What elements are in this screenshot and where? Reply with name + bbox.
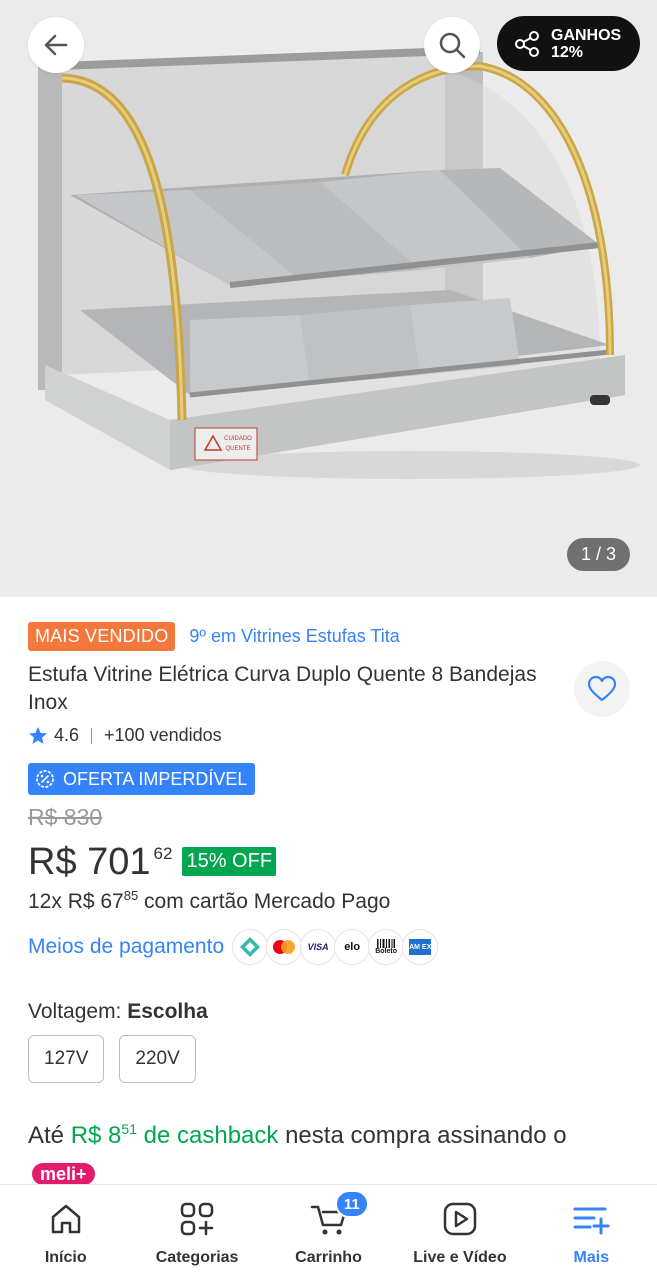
rating-divider xyxy=(91,727,93,744)
favorite-button[interactable] xyxy=(574,661,630,717)
nav-item-live-video[interactable]: Live e Vídeo xyxy=(394,1185,525,1280)
installment-suffix: com cartão Mercado Pago xyxy=(138,890,391,913)
best-seller-badge: MAIS VENDIDO xyxy=(28,622,176,651)
heart-icon xyxy=(587,675,617,702)
product-title: Estufa Vitrine Elétrica Curva Duplo Quen… xyxy=(28,663,537,714)
installment-prefix: 12x R$ 67 xyxy=(28,890,124,913)
star-icon xyxy=(29,726,47,744)
voltage-option-220v[interactable]: 220V xyxy=(119,1035,196,1083)
play-video-icon xyxy=(443,1202,477,1236)
visa-icon: VISA xyxy=(300,929,337,965)
nav-item-inicio[interactable]: Início xyxy=(0,1185,131,1280)
menu-plus-icon xyxy=(573,1207,610,1235)
boleto-label: Boleto xyxy=(375,948,398,955)
pix-icon xyxy=(232,929,269,965)
offer-badge: OFERTA IMPERDÍVEL xyxy=(28,763,256,795)
voltage-label: Voltagem: Escolha xyxy=(28,1000,208,1024)
sold-count: +100 vendidos xyxy=(104,725,222,745)
nav-label-live-video: Live e Vídeo xyxy=(413,1249,507,1266)
ranking-link[interactable]: 9º em Vitrines Estufas Tita xyxy=(189,626,399,647)
home-icon xyxy=(51,1204,80,1234)
cashback-info: Até R$ 851 de cashback nesta compra assi… xyxy=(28,1109,628,1196)
installment-info: 12x R$ 6785 com cartão Mercado Pago xyxy=(28,888,390,914)
installment-cents: 85 xyxy=(123,888,139,903)
discount-seal-icon xyxy=(36,770,54,788)
earnings-share-button[interactable]: GANHOS 12% xyxy=(497,16,640,71)
current-price-cents: 62 xyxy=(153,844,173,863)
original-price: R$ 830 xyxy=(28,804,103,830)
payment-methods-link[interactable]: Meios de pagamento xyxy=(28,935,224,959)
meli-plus-badge[interactable]: meli+ xyxy=(32,1163,95,1185)
elo-icon: elo xyxy=(334,929,371,965)
voltage-selection: Escolha xyxy=(127,1000,208,1023)
offer-badge-label: OFERTA IMPERDÍVEL xyxy=(63,768,248,789)
earnings-value: 12% xyxy=(551,43,584,61)
discount-badge: 15% OFF xyxy=(182,847,277,876)
amex-label: AM EX xyxy=(409,939,431,955)
categories-icon xyxy=(180,1202,214,1236)
nav-label-categorias: Categorias xyxy=(155,1249,239,1266)
cashback-middle: nesta compra assinando o xyxy=(278,1122,567,1149)
nav-item-carrinho[interactable]: 11 Carrinho xyxy=(263,1185,394,1280)
voltage-options: 127V 220V xyxy=(28,1035,211,1083)
current-price: R$ 701 xyxy=(28,841,151,883)
product-gallery[interactable]: CUIDADO QUENTE GANHOS 12% 1 / 3 xyxy=(0,0,657,597)
voltage-option-127v[interactable]: 127V xyxy=(28,1035,105,1083)
mastercard-icon xyxy=(266,929,303,965)
amex-icon: AM EX xyxy=(402,929,439,965)
voltage-label-text: Voltagem: xyxy=(28,1000,128,1023)
search-button[interactable] xyxy=(424,17,480,73)
payment-icons[interactable]: VISA elo Boleto AM EX xyxy=(232,929,439,965)
earnings-label: GANHOS xyxy=(551,26,622,44)
cashback-amount: R$ 8 xyxy=(70,1122,122,1149)
cashback-amount-suffix: de cashback xyxy=(136,1122,279,1149)
back-button[interactable] xyxy=(28,17,84,73)
bottom-navigation: Início Categorias 11 Carrinho Live e Víd… xyxy=(0,1184,657,1280)
nav-label-carrinho: Carrinho xyxy=(295,1249,362,1266)
boleto-icon: Boleto xyxy=(368,929,405,965)
image-page-indicator: 1 / 3 xyxy=(567,538,630,571)
cashback-prefix: Até xyxy=(28,1122,71,1149)
svg-text:CUIDADO: CUIDADO xyxy=(224,436,252,442)
nav-label-inicio: Início xyxy=(44,1249,87,1266)
nav-item-mais[interactable]: Mais xyxy=(526,1185,657,1280)
cart-count-badge: 11 xyxy=(334,1190,369,1218)
product-image[interactable]: CUIDADO QUENTE xyxy=(0,0,657,597)
cashback-amount-cents: 51 xyxy=(121,1121,137,1137)
arrow-left-icon xyxy=(44,34,68,56)
nav-label-mais: Mais xyxy=(573,1249,610,1266)
rating-value: 4.6 xyxy=(54,725,80,745)
search-icon xyxy=(439,32,466,59)
svg-text:QUENTE: QUENTE xyxy=(225,446,250,452)
share-icon xyxy=(515,30,539,57)
nav-item-categorias[interactable]: Categorias xyxy=(131,1185,262,1280)
